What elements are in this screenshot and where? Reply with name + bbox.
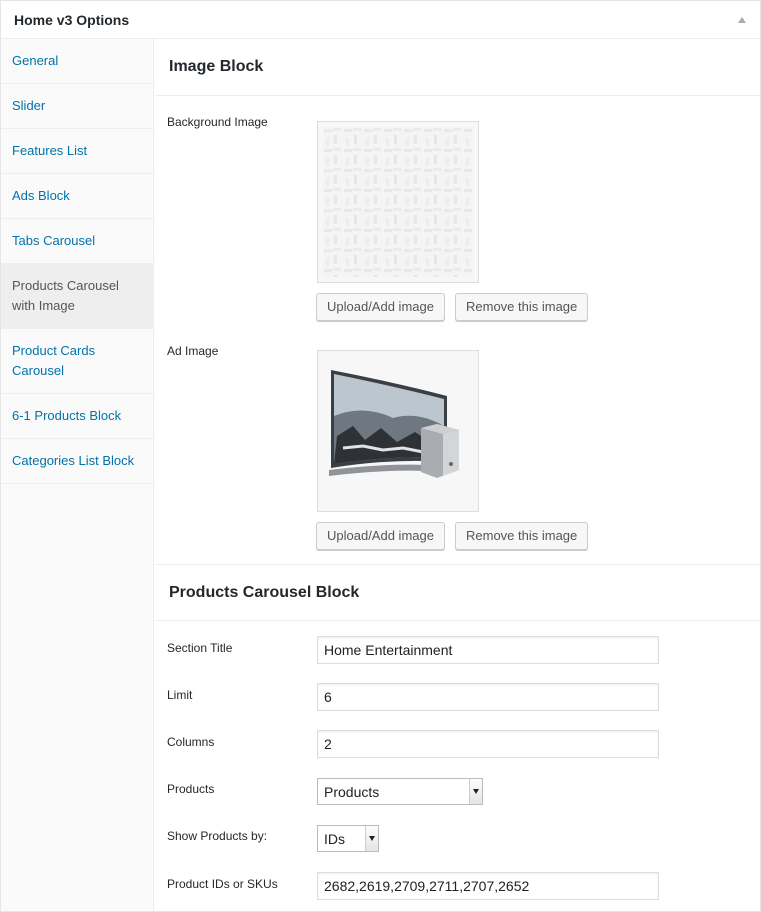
background-pattern-image: [323, 127, 473, 277]
columns-label: Columns: [167, 735, 215, 749]
tab-categories-list-block[interactable]: Categories List Block: [1, 439, 153, 484]
section-title-input[interactable]: [317, 636, 659, 664]
tab-product-cards-carousel[interactable]: Product Cards Carousel: [1, 329, 153, 394]
products-label: Products: [167, 782, 215, 796]
chevron-down-icon: [473, 789, 479, 794]
chevron-down-icon: [369, 836, 375, 841]
products-carousel-block-heading: Products Carousel Block: [155, 564, 760, 621]
products-select-arrow: [469, 779, 482, 804]
limit-label: Limit: [167, 688, 193, 702]
image-block-heading: Image Block: [155, 39, 760, 96]
tab-ads-block[interactable]: Ads Block: [1, 174, 153, 219]
ad-image-upload-button[interactable]: Upload/Add image: [316, 522, 445, 550]
tab-tabs-carousel[interactable]: Tabs Carousel: [1, 219, 153, 264]
background-remove-button[interactable]: Remove this image: [455, 293, 589, 321]
ad-image-label: Ad Image: [167, 344, 219, 358]
columns-input[interactable]: [317, 730, 659, 758]
options-tab-list: General Slider Features List Ads Block T…: [1, 39, 154, 911]
background-image-label: Background Image: [167, 115, 268, 129]
ad-image-remove-button[interactable]: Remove this image: [455, 522, 589, 550]
background-image-preview: [317, 121, 479, 283]
tab-features-list[interactable]: Features List: [1, 129, 153, 174]
product-ids-input[interactable]: [317, 872, 659, 900]
ad-image-preview: [317, 350, 479, 512]
tab-general[interactable]: General: [1, 39, 153, 84]
tab-products-carousel-with-image[interactable]: Products Carousel with Image: [1, 264, 153, 329]
home-v3-options-metabox: Home v3 Options General Slider Features …: [0, 0, 761, 912]
show-by-select-arrow: [365, 826, 378, 851]
tab-6-1-products-block[interactable]: 6-1 Products Block: [1, 394, 153, 439]
collapse-toggle-icon[interactable]: [738, 16, 746, 23]
metabox-title: Home v3 Options: [14, 11, 130, 28]
metabox-header[interactable]: Home v3 Options: [1, 1, 760, 39]
tab-slider[interactable]: Slider: [1, 84, 153, 129]
show-products-by-value: IDs: [324, 830, 345, 847]
products-select[interactable]: Products: [317, 778, 483, 805]
options-panel: Image Block Background Image Upload/Add …: [155, 39, 760, 911]
show-products-by-label: Show Products by:: [167, 829, 268, 843]
metabox-body: General Slider Features List Ads Block T…: [1, 39, 760, 911]
limit-input[interactable]: [317, 683, 659, 711]
curved-tv-soundbar-image: [323, 356, 473, 506]
show-products-by-select[interactable]: IDs: [317, 825, 379, 852]
background-upload-button[interactable]: Upload/Add image: [316, 293, 445, 321]
products-select-value: Products: [324, 783, 380, 800]
product-ids-label: Product IDs or SKUs: [167, 877, 278, 891]
section-title-label: Section Title: [167, 641, 233, 655]
